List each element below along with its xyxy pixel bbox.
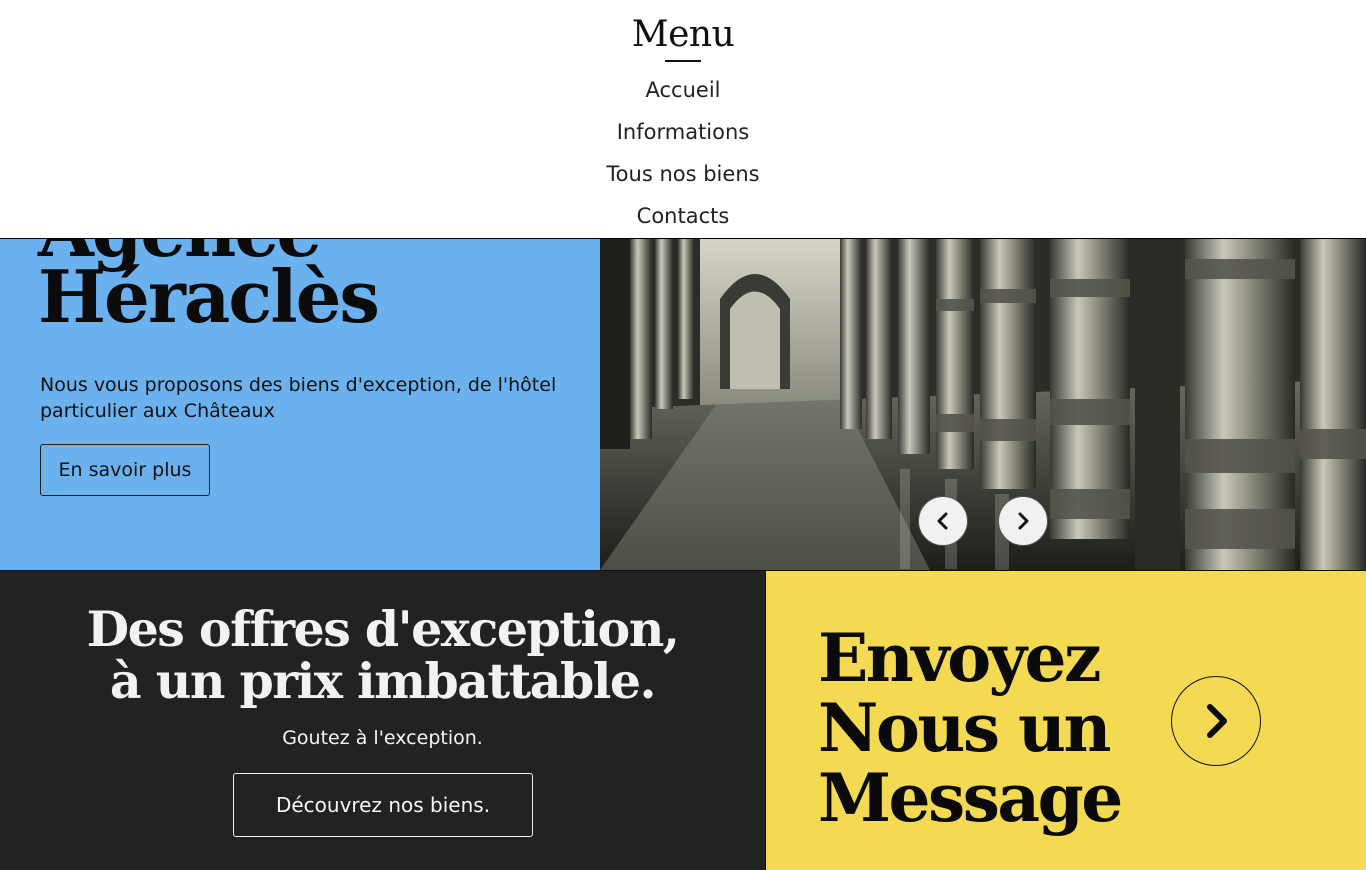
menu-overlay: Menu Accueil Informations Tous nos biens… — [0, 0, 1366, 239]
offers-heading: Des offres d'exception, à un prix imbatt… — [86, 600, 680, 710]
menu-item-tous-nos-biens[interactable]: Tous nos biens — [0, 162, 1366, 186]
offers-subtitle: Goutez à l'exception. — [282, 727, 483, 749]
menu-title: Menu — [631, 14, 735, 55]
menu-item-contacts[interactable]: Contacts — [0, 204, 1366, 228]
learn-more-button[interactable]: En savoir plus — [40, 444, 210, 496]
menu-item-informations[interactable]: Informations — [0, 120, 1366, 144]
send-message-button[interactable] — [1171, 676, 1261, 766]
chevron-right-icon — [1018, 512, 1029, 530]
chevron-left-icon — [937, 512, 948, 530]
hero-carousel — [600, 239, 1366, 570]
contact-message-section[interactable]: Envoyez Nous un Message — [766, 570, 1366, 870]
carousel-prev-button[interactable] — [918, 496, 968, 546]
agency-description: Nous vous proposons des biens d'exceptio… — [40, 374, 557, 422]
message-heading: Envoyez Nous un Message — [818, 619, 1123, 837]
palace-hall-image — [600, 239, 1366, 570]
menu-item-accueil[interactable]: Accueil — [0, 78, 1366, 102]
menu-title-underline — [665, 60, 701, 62]
chevron-right-icon — [1207, 704, 1227, 738]
carousel-next-button[interactable] — [998, 496, 1048, 546]
discover-properties-button[interactable]: Découvrez nos biens. — [233, 773, 533, 837]
offers-section: Des offres d'exception, à un prix imbatt… — [0, 570, 766, 870]
